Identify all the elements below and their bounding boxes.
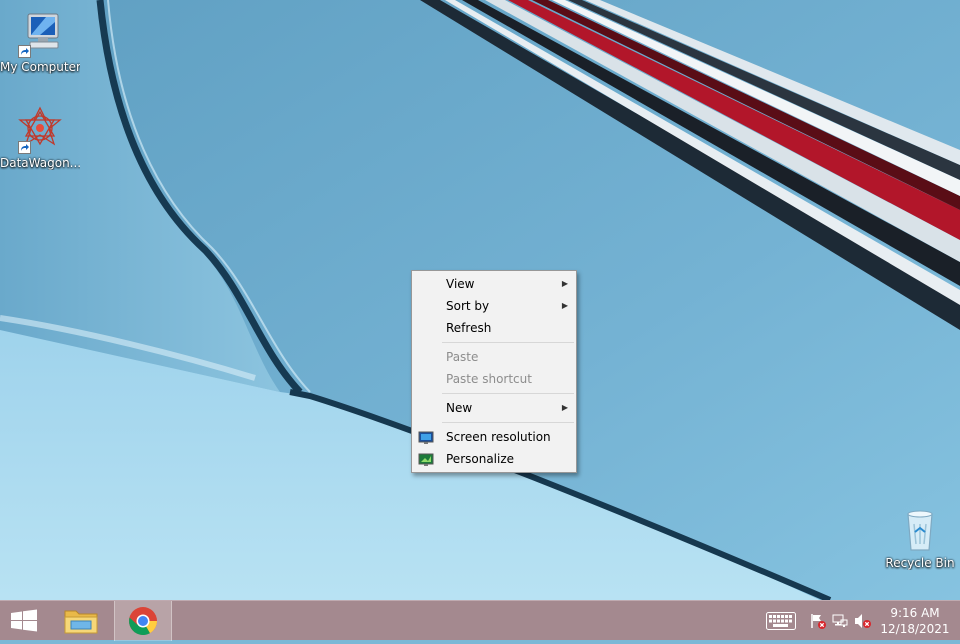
desktop-context-menu: View ▶ Sort by ▶ Refresh Paste Paste sho…: [411, 270, 577, 473]
submenu-arrow-icon: ▶: [561, 301, 568, 310]
menu-item-paste-shortcut[interactable]: Paste shortcut: [412, 368, 576, 390]
menu-separator: [442, 422, 574, 423]
taskbar-chrome[interactable]: [114, 601, 172, 641]
menu-item-personalize[interactable]: Personalize: [412, 448, 576, 470]
shortcut-arrow-icon: [18, 141, 31, 154]
taskbar: 9:16 AM 12/18/2021: [0, 600, 960, 641]
network-icon[interactable]: [832, 613, 848, 632]
monitor-icon: [418, 430, 434, 444]
menu-item-label: Sort by: [446, 299, 490, 313]
start-button[interactable]: [0, 601, 48, 641]
menu-item-screen-resolution[interactable]: Screen resolution: [412, 426, 576, 448]
menu-item-label: Personalize: [446, 452, 515, 466]
desktop-icon-label: DataWagon...: [0, 156, 80, 170]
taskbar-file-explorer[interactable]: [56, 601, 106, 641]
clock-time: 9:16 AM: [890, 606, 940, 620]
action-center-flag-icon[interactable]: [810, 613, 826, 632]
desktop-icon-label: Recycle Bin: [885, 556, 955, 570]
menu-item-label: Paste shortcut: [446, 372, 532, 386]
menu-item-label: Refresh: [446, 321, 492, 335]
desktop-icon-label: My Computer: [0, 60, 80, 74]
menu-item-label: View: [446, 277, 475, 291]
menu-item-new[interactable]: New ▶: [412, 397, 576, 419]
datawagon-icon: [16, 106, 64, 154]
menu-separator: [442, 342, 574, 343]
menu-item-sort-by[interactable]: Sort by ▶: [412, 295, 576, 317]
chrome-icon: [129, 607, 157, 635]
menu-item-view[interactable]: View ▶: [412, 273, 576, 295]
volume-muted-icon[interactable]: [854, 613, 872, 632]
desktop-icon-recycle-bin[interactable]: Recycle Bin: [880, 506, 960, 570]
menu-item-label: Paste: [446, 350, 479, 364]
personalize-icon: [418, 452, 434, 466]
desktop-icon-my-computer[interactable]: My Computer: [0, 10, 80, 74]
recycle-bin-icon: [896, 506, 944, 554]
clock-date: 12/18/2021: [880, 622, 950, 636]
menu-item-label: Screen resolution: [446, 430, 551, 444]
menu-separator: [442, 393, 574, 394]
shortcut-arrow-icon: [18, 45, 31, 58]
system-tray: 9:16 AM 12/18/2021: [760, 601, 960, 641]
menu-item-refresh[interactable]: Refresh: [412, 317, 576, 339]
menu-item-paste[interactable]: Paste: [412, 346, 576, 368]
keyboard-icon[interactable]: [766, 612, 796, 633]
file-explorer-icon: [64, 610, 98, 634]
my-computer-icon: [16, 10, 64, 58]
desktop-icon-datawagon[interactable]: DataWagon...: [0, 106, 80, 170]
submenu-arrow-icon: ▶: [561, 279, 568, 288]
taskbar-clock[interactable]: 9:16 AM 12/18/2021: [880, 605, 950, 637]
submenu-arrow-icon: ▶: [561, 403, 568, 412]
start-icon: [11, 609, 37, 632]
menu-item-label: New: [446, 401, 473, 415]
